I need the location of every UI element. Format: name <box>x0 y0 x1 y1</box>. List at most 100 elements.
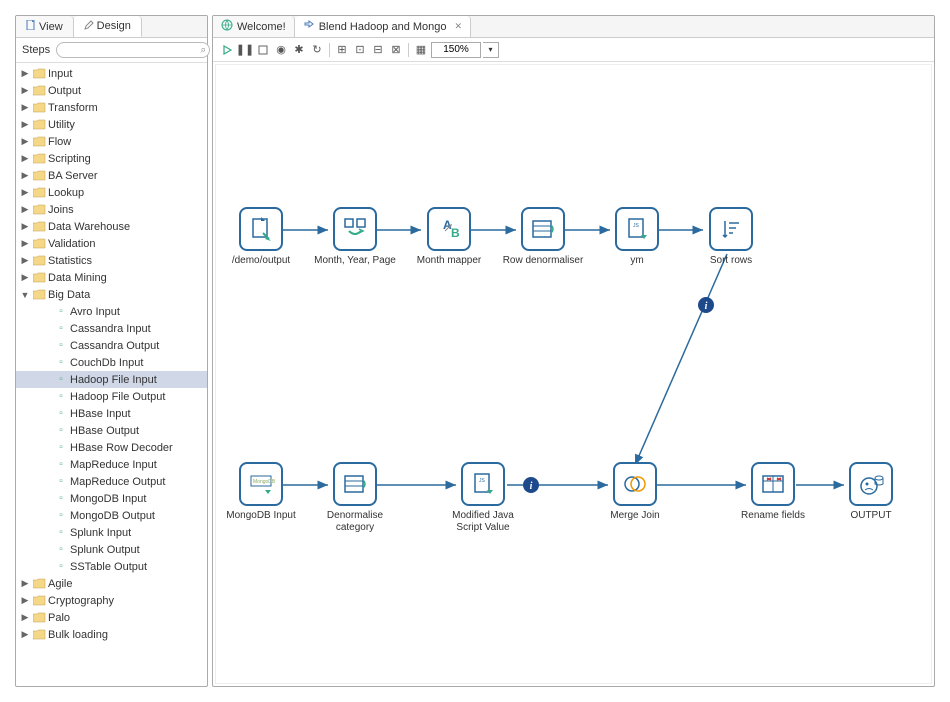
expand-arrow-icon[interactable]: ▶ <box>20 68 30 79</box>
step-icon: ▫ <box>54 561 68 573</box>
search-input[interactable] <box>56 42 210 58</box>
node-label: Month, Year, Page <box>314 255 396 267</box>
step-icon: ▫ <box>54 408 68 420</box>
expand-arrow-icon[interactable]: ▶ <box>20 221 30 232</box>
node-month-mapper[interactable]: AB Month mapper <box>404 207 494 267</box>
tree-item-label: Statistics <box>48 255 92 267</box>
sql-icon[interactable]: ⊟ <box>370 42 386 58</box>
tree-leaf[interactable]: ▫HBase Input <box>16 405 207 422</box>
pause-icon[interactable]: ❚❚ <box>237 42 253 58</box>
expand-arrow-icon[interactable]: ▼ <box>20 290 30 300</box>
tree-folder[interactable]: ▶Flow <box>16 133 207 150</box>
zoom-input[interactable] <box>431 42 481 58</box>
tree-leaf[interactable]: ▫MapReduce Input <box>16 456 207 473</box>
expand-arrow-icon[interactable]: ▶ <box>20 153 30 164</box>
node-ym[interactable]: JS ym <box>592 207 682 267</box>
node-row-denormaliser[interactable]: Row denormaliser <box>498 207 588 267</box>
node-mongodb-input[interactable]: MongoDB MongoDB Input <box>216 462 306 522</box>
close-icon[interactable]: ✕ <box>455 21 463 32</box>
tree-item-label: Palo <box>48 612 70 624</box>
step-icon: ▫ <box>54 357 68 369</box>
flow-canvas[interactable]: i i /demo/output Month, Year, Page AB <box>215 64 932 684</box>
debug-icon[interactable]: ✱ <box>291 42 307 58</box>
tree-leaf[interactable]: ▫MongoDB Output <box>16 507 207 524</box>
zoom-dropdown[interactable]: ▾ <box>483 42 499 58</box>
tree-folder[interactable]: ▶Utility <box>16 116 207 133</box>
tree-folder[interactable]: ▶Data Mining <box>16 269 207 286</box>
run-icon[interactable] <box>219 42 235 58</box>
preview-icon[interactable]: ◉ <box>273 42 289 58</box>
tree-folder[interactable]: ▶Validation <box>16 235 207 252</box>
expand-arrow-icon[interactable]: ▶ <box>20 170 30 181</box>
tree-folder[interactable]: ▶Data Warehouse <box>16 218 207 235</box>
expand-arrow-icon[interactable]: ▶ <box>20 204 30 215</box>
node-label: MongoDB Input <box>226 510 296 522</box>
stop-icon[interactable] <box>255 42 271 58</box>
node-merge-join[interactable]: Merge Join <box>590 462 680 522</box>
tree-folder[interactable]: ▶Lookup <box>16 184 207 201</box>
tree-folder[interactable]: ▶ Statistics <box>16 252 207 269</box>
tree-leaf[interactable]: ▫Cassandra Output <box>16 337 207 354</box>
tab-view[interactable]: View <box>16 16 74 37</box>
folder-icon <box>32 629 46 641</box>
folder-icon <box>32 102 46 114</box>
tree-leaf[interactable]: ▫Avro Input <box>16 303 207 320</box>
tab-design[interactable]: Design <box>74 16 142 37</box>
impact-icon[interactable]: ⊡ <box>352 42 368 58</box>
expand-arrow-icon[interactable]: ▶ <box>20 595 30 606</box>
tree-folder[interactable]: ▶Input <box>16 65 207 82</box>
expand-arrow-icon[interactable]: ▶ <box>20 629 30 640</box>
tab-blend[interactable]: Blend Hadoop and Mongo ✕ <box>295 16 471 37</box>
node-modified-js-value[interactable]: JS Modified Java Script Value <box>438 462 528 534</box>
node-month-year-page[interactable]: Month, Year, Page <box>310 207 400 267</box>
tree-folder[interactable]: ▶Scripting <box>16 150 207 167</box>
replay-icon[interactable]: ↻ <box>309 42 325 58</box>
tree-leaf[interactable]: ▫CouchDb Input <box>16 354 207 371</box>
tree-folder[interactable]: ▶Cryptography <box>16 592 207 609</box>
tree-folder[interactable]: ▶Joins <box>16 201 207 218</box>
expand-arrow-icon[interactable]: ▶ <box>20 136 30 147</box>
tab-welcome[interactable]: Welcome! <box>213 16 295 37</box>
folder-icon <box>32 170 46 182</box>
node-output[interactable]: OUTPUT <box>826 462 916 522</box>
explore-icon[interactable]: ⊠ <box>388 42 404 58</box>
expand-arrow-icon[interactable]: ▶ <box>20 238 30 249</box>
tree-leaf[interactable]: ▫HBase Output <box>16 422 207 439</box>
expand-arrow-icon[interactable]: ▶ <box>20 119 30 130</box>
tree-leaf[interactable]: ▫Hadoop File Input <box>16 371 207 388</box>
expand-arrow-icon[interactable]: ▶ <box>20 612 30 623</box>
expand-arrow-icon[interactable]: ▶ <box>20 272 30 283</box>
node-demo-output[interactable]: /demo/output <box>216 207 306 267</box>
tree-leaf[interactable]: ▫Cassandra Input <box>16 320 207 337</box>
expand-arrow-icon[interactable]: ▶ <box>20 102 30 113</box>
tree-leaf[interactable]: ▫SSTable Output <box>16 558 207 575</box>
expand-arrow-icon[interactable]: ▶ <box>20 255 30 266</box>
tree-folder[interactable]: ▶BA Server <box>16 167 207 184</box>
tree-folder[interactable]: ▶ Palo <box>16 609 207 626</box>
node-sort-rows[interactable]: Sort rows <box>686 207 776 267</box>
tree-leaf[interactable]: ▫Splunk Output <box>16 541 207 558</box>
node-denormalise-category[interactable]: Denormalise category <box>310 462 400 534</box>
tree-leaf[interactable]: ▫MapReduce Output <box>16 473 207 490</box>
tree-folder[interactable]: ▶Transform <box>16 99 207 116</box>
expand-arrow-icon[interactable]: ▶ <box>20 187 30 198</box>
step-icon: ▫ <box>54 442 68 454</box>
step-icon: ▫ <box>54 374 68 386</box>
tree-leaf[interactable]: ▫HBase Row Decoder <box>16 439 207 456</box>
node-rename-fields[interactable]: Rename fields <box>728 462 818 522</box>
show-results-icon[interactable]: ▦ <box>413 42 429 58</box>
expand-arrow-icon[interactable]: ▶ <box>20 578 30 589</box>
tree-leaf[interactable]: ▫Splunk Input <box>16 524 207 541</box>
tree-folder[interactable]: ▶Agile <box>16 575 207 592</box>
steps-tree[interactable]: ▶Input▶Output▶Transform▶Utility▶Flow▶Scr… <box>16 63 207 686</box>
tree-item-label: MongoDB Output <box>70 510 155 522</box>
tree-leaf[interactable]: ▫MongoDB Input <box>16 490 207 507</box>
tree-folder[interactable]: ▶Output <box>16 82 207 99</box>
tree-folder[interactable]: ▶Bulk loading <box>16 626 207 643</box>
svg-text:JS: JS <box>633 223 640 229</box>
expand-arrow-icon[interactable]: ▶ <box>20 85 30 96</box>
tree-leaf[interactable]: ▫Hadoop File Output <box>16 388 207 405</box>
tree-folder[interactable]: ▼Big Data <box>16 286 207 303</box>
verify-icon[interactable]: ⊞ <box>334 42 350 58</box>
svg-text:B: B <box>451 226 460 240</box>
